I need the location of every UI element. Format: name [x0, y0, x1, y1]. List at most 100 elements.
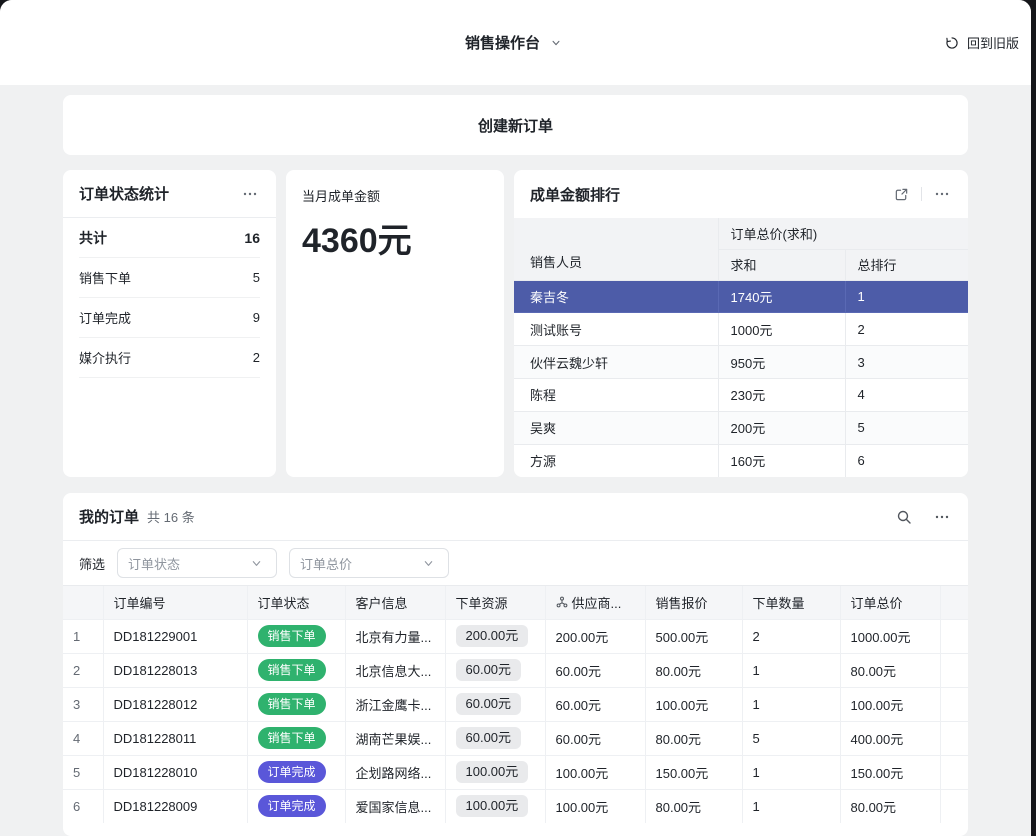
rank-position: 2 — [845, 313, 968, 346]
more-icon[interactable] — [240, 184, 260, 204]
status-row[interactable]: 销售下单 5 — [79, 258, 260, 298]
ranking-col-person: 销售人员 — [514, 218, 718, 280]
row-index: 5 — [63, 755, 103, 789]
col-header-filler — [940, 586, 968, 619]
ranking-row[interactable]: 秦吉冬 1740元 1 — [514, 280, 968, 313]
col-header-order-no[interactable]: 订单编号 — [103, 586, 247, 619]
workspace-switcher[interactable]: 销售操作台 — [465, 32, 566, 53]
more-icon[interactable] — [932, 184, 952, 204]
ranking-row[interactable]: 陈程 230元 4 — [514, 378, 968, 411]
back-to-old-version-button[interactable]: 回到旧版 — [942, 33, 1019, 53]
ranking-row[interactable]: 伙伴云魏少轩 950元 3 — [514, 346, 968, 379]
order-total: 150.00元 — [840, 755, 940, 789]
status-badge: 销售下单 — [258, 693, 326, 715]
orders-table-wrap: 订单编号 订单状态 客户信息 下单资源 供应商... — [63, 585, 968, 823]
my-orders-card: 我的订单 共 16 条 筛选 订单状态 — [63, 493, 968, 836]
order-row[interactable]: 5 DD181228010 订单完成 企划路网络... 100.00元 100.… — [63, 755, 968, 789]
rank-position: 1 — [845, 280, 968, 313]
row-index: 3 — [63, 687, 103, 721]
customer: 浙江金鹰卡... — [345, 687, 445, 721]
col-header-resource[interactable]: 下单资源 — [445, 586, 545, 619]
order-row[interactable]: 6 DD181228009 订单完成 爱国家信息... 100.00元 100.… — [63, 789, 968, 823]
filter-label: 筛选 — [79, 554, 105, 573]
col-header-status[interactable]: 订单状态 — [247, 586, 345, 619]
status-label: 媒介执行 — [79, 348, 131, 367]
status-card-title: 订单状态统计 — [79, 183, 169, 204]
rank-sum: 1000元 — [718, 313, 845, 346]
status-label: 共计 — [79, 228, 107, 248]
status-row-total[interactable]: 共计 16 — [79, 218, 260, 258]
rank-sum: 950元 — [718, 346, 845, 379]
status-row[interactable]: 媒介执行 2 — [79, 338, 260, 378]
col-header-supplier[interactable]: 供应商... — [545, 586, 645, 619]
top-bar: 销售操作台 回到旧版 — [0, 0, 1031, 85]
col-header-qty[interactable]: 下单数量 — [742, 586, 840, 619]
filter-placeholder: 订单状态 — [128, 554, 180, 573]
ranking-table: 销售人员 订单总价(求和) 求和 总排行 秦吉冬 1740元 1 — [514, 218, 968, 477]
row-index: 4 — [63, 721, 103, 755]
order-status-filter[interactable]: 订单状态 — [117, 548, 277, 578]
order-row[interactable]: 1 DD181229001 销售下单 北京有力量... 200.00元 200.… — [63, 619, 968, 653]
back-to-old-label: 回到旧版 — [967, 33, 1019, 52]
customer: 北京有力量... — [345, 619, 445, 653]
row-index: 6 — [63, 789, 103, 823]
ranking-row[interactable]: 方源 160元 6 — [514, 444, 968, 477]
col-header-customer[interactable]: 客户信息 — [345, 586, 445, 619]
quantity: 1 — [742, 687, 840, 721]
status-value: 16 — [244, 230, 260, 246]
customer: 北京信息大... — [345, 653, 445, 687]
resource-pill: 100.00元 — [456, 795, 529, 817]
order-row[interactable]: 2 DD181228013 销售下单 北京信息大... 60.00元 60.00… — [63, 653, 968, 687]
more-icon[interactable] — [932, 507, 952, 527]
resource-pill: 200.00元 — [456, 625, 529, 647]
orders-card-title: 我的订单 — [79, 506, 139, 527]
amount-value: 4360元 — [302, 213, 488, 262]
sales-quote: 80.00元 — [645, 721, 742, 755]
ranking-col-group: 订单总价(求和) — [718, 218, 968, 249]
order-row[interactable]: 4 DD181228011 销售下单 湖南芒果娱... 60.00元 60.00… — [63, 721, 968, 755]
dashboard-cards-row: 订单状态统计 共计 16 销售下单 5 — [63, 170, 968, 477]
rank-sum: 1740元 — [718, 280, 845, 313]
rank-sum: 160元 — [718, 444, 845, 477]
rank-position: 5 — [845, 411, 968, 444]
rank-person: 吴爽 — [514, 411, 718, 444]
status-row[interactable]: 订单完成 9 — [79, 298, 260, 338]
col-header-total[interactable]: 订单总价 — [840, 586, 940, 619]
rank-sum: 200元 — [718, 411, 845, 444]
quantity: 5 — [742, 721, 840, 755]
order-total: 80.00元 — [840, 653, 940, 687]
open-external-icon[interactable] — [891, 184, 911, 204]
ranking-card-title: 成单金额排行 — [530, 184, 620, 205]
rank-position: 4 — [845, 378, 968, 411]
ranking-row[interactable]: 测试账号 1000元 2 — [514, 313, 968, 346]
status-badge: 销售下单 — [258, 727, 326, 749]
search-icon[interactable] — [894, 507, 914, 527]
order-total: 1000.00元 — [840, 619, 940, 653]
ranking-card: 成单金额排行 销售人员 — [514, 170, 968, 477]
orders-table: 订单编号 订单状态 客户信息 下单资源 供应商... — [63, 586, 968, 823]
chevron-down-icon — [418, 553, 438, 573]
customer: 企划路网络... — [345, 755, 445, 789]
rank-person: 方源 — [514, 444, 718, 477]
order-total: 100.00元 — [840, 687, 940, 721]
order-no: DD181228009 — [103, 789, 247, 823]
sales-quote: 80.00元 — [645, 653, 742, 687]
status-badge: 销售下单 — [258, 625, 326, 647]
ranking-col-sum: 求和 — [718, 249, 845, 280]
create-order-button[interactable]: 创建新订单 — [63, 95, 968, 155]
ranking-col-rank: 总排行 — [845, 249, 968, 280]
order-no: DD181228011 — [103, 721, 247, 755]
order-row[interactable]: 3 DD181228012 销售下单 浙江金鹰卡... 60.00元 60.00… — [63, 687, 968, 721]
order-total-filter[interactable]: 订单总价 — [289, 548, 449, 578]
rank-person: 陈程 — [514, 378, 718, 411]
quantity: 1 — [742, 789, 840, 823]
ranking-row[interactable]: 吴爽 200元 5 — [514, 411, 968, 444]
order-no: DD181228012 — [103, 687, 247, 721]
order-no: DD181228010 — [103, 755, 247, 789]
lookup-icon — [556, 596, 568, 608]
resource-pill: 60.00元 — [456, 727, 522, 749]
quantity: 2 — [742, 619, 840, 653]
col-header-quote[interactable]: 销售报价 — [645, 586, 742, 619]
quantity: 1 — [742, 653, 840, 687]
rank-person: 秦吉冬 — [514, 280, 718, 313]
